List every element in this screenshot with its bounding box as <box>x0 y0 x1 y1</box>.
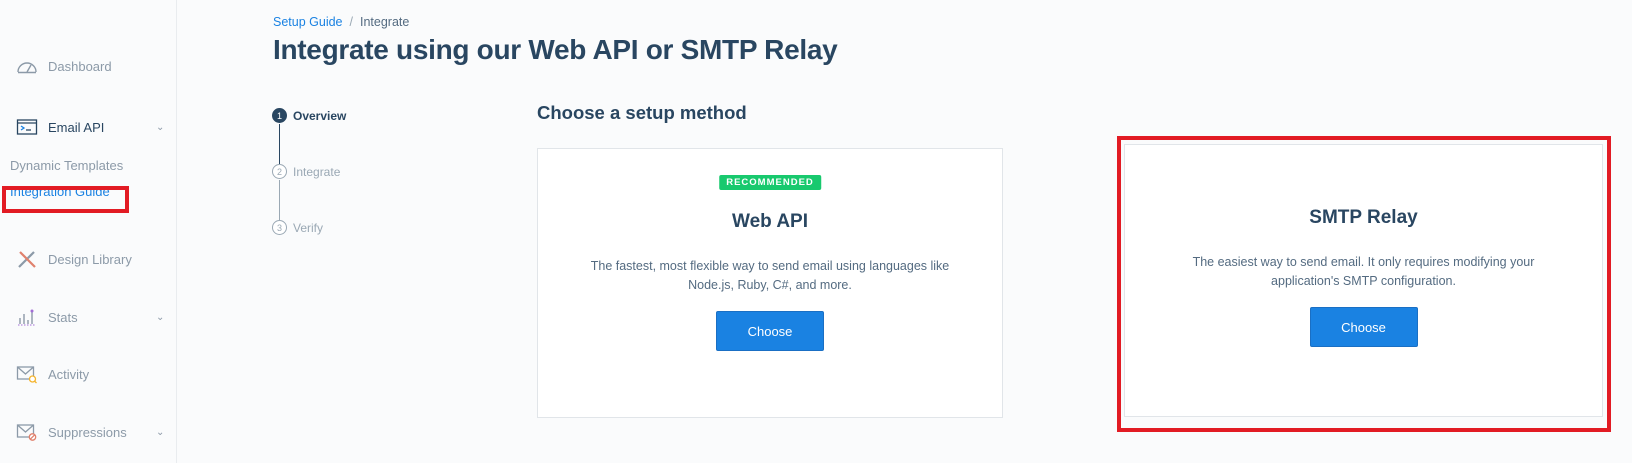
breadcrumb: Setup Guide / Integrate <box>273 15 409 29</box>
page-title: Integrate using our Web API or SMTP Rela… <box>273 34 838 65</box>
sidebar-item-label: Activity <box>48 366 90 382</box>
sidebar-item-label: Dashboard <box>48 58 112 74</box>
step-verify: 3 Verify <box>272 220 323 235</box>
card-title: Web API <box>731 211 808 232</box>
sidebar-item-suppressions[interactable]: Suppressions ⌄ <box>0 412 176 452</box>
gauge-icon <box>16 55 38 77</box>
sidebar: Dashboard Email API ⌄ Dynamic Templates … <box>0 0 177 463</box>
envelope-blocked-icon <box>16 421 38 443</box>
sidebar-item-activity[interactable]: Activity <box>0 354 176 394</box>
step-label: Overview <box>293 108 347 123</box>
step-label: Integrate <box>293 164 341 179</box>
step-integrate: 2 Integrate <box>272 164 340 179</box>
smtp-relay-highlight <box>1117 136 1611 432</box>
integration-guide-highlight <box>2 186 129 213</box>
step-number: 1 <box>272 108 287 123</box>
step-label: Verify <box>293 220 324 235</box>
breadcrumb-setup-guide-link[interactable]: Setup Guide <box>273 15 343 29</box>
sidebar-item-label: Design Library <box>48 251 132 267</box>
web-api-card: RECOMMENDED Web API The fastest, most fl… <box>537 148 1003 418</box>
step-connector <box>279 124 280 164</box>
section-title: Choose a setup method <box>537 102 747 123</box>
choose-web-api-button[interactable]: Choose <box>716 311 824 351</box>
breadcrumb-separator: / <box>349 15 353 29</box>
bar-chart-icon <box>16 306 38 328</box>
breadcrumb-current: Integrate <box>359 15 410 29</box>
sidebar-item-label: Email API <box>48 119 105 135</box>
card-description: The fastest, most flexible way to send e… <box>590 259 950 292</box>
step-overview: 1 Overview <box>272 108 346 123</box>
sidebar-item-email-api[interactable]: Email API ⌄ <box>0 107 176 147</box>
sidebar-item-dashboard[interactable]: Dashboard <box>0 46 176 86</box>
envelope-search-icon <box>16 363 38 385</box>
pencil-ruler-icon <box>16 248 38 270</box>
sidebar-item-label: Suppressions <box>48 424 127 440</box>
chevron-down-icon[interactable]: ⌄ <box>156 122 164 133</box>
step-number: 3 <box>272 220 287 235</box>
sidebar-item-stats[interactable]: Stats ⌄ <box>0 297 176 337</box>
terminal-icon <box>16 116 38 138</box>
sidebar-item-label: Stats <box>48 309 78 325</box>
recommended-badge: RECOMMENDED <box>719 175 821 190</box>
step-number: 2 <box>272 164 287 179</box>
chevron-down-icon[interactable]: ⌄ <box>156 427 164 438</box>
sidebar-subitem-dynamic-templates[interactable]: Dynamic Templates <box>10 158 123 173</box>
sidebar-item-design-library[interactable]: Design Library <box>0 239 176 279</box>
step-connector <box>279 180 280 220</box>
chevron-down-icon[interactable]: ⌄ <box>156 312 164 323</box>
